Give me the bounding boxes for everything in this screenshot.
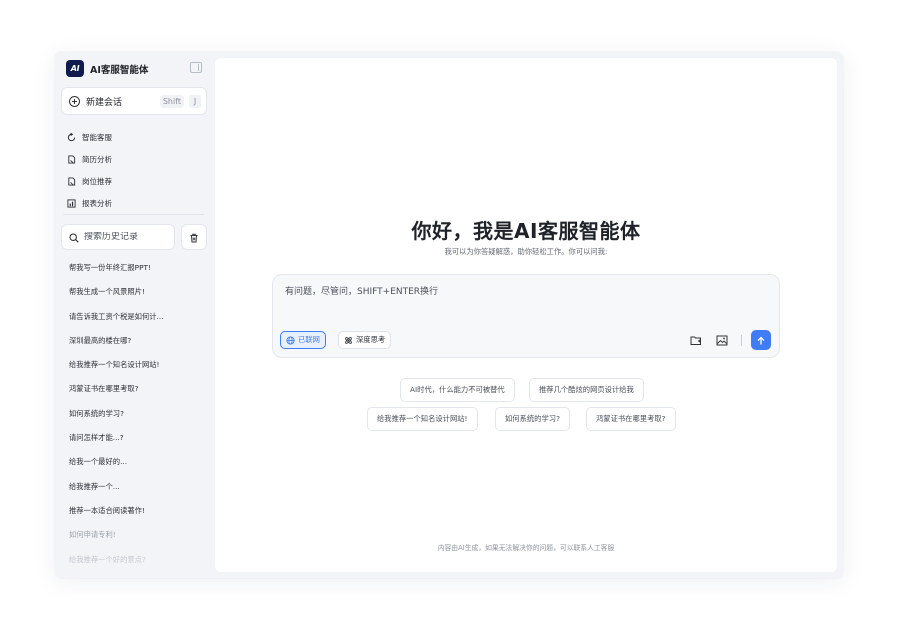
history-search[interactable] — [61, 224, 175, 250]
history-list: 帮我写一份年终汇报PPT! 帮我生成一个风景照片! 请告诉我工资个税是如何计..… — [69, 256, 209, 572]
deep-think-label: 深度思考 — [356, 335, 386, 344]
web-search-toggle[interactable]: 已联网 — [280, 331, 326, 349]
brand: AI AI客服智能体 — [66, 60, 148, 77]
web-search-label: 已联网 — [298, 335, 320, 344]
history-item[interactable]: 给我推荐一个... — [69, 475, 209, 499]
clear-history-button[interactable] — [181, 224, 207, 250]
image-icon — [716, 331, 728, 350]
atom-icon — [344, 336, 353, 345]
deep-think-toggle[interactable]: 深度思考 — [338, 331, 392, 349]
toolbar-separator — [741, 335, 742, 346]
sidebar: AI AI客服智能体 新建会话 Shift J 智能客服 简历分析 岗位推荐 报… — [55, 52, 215, 578]
app-window: AI AI客服智能体 新建会话 Shift J 智能客服 简历分析 岗位推荐 报… — [55, 52, 843, 578]
history-item[interactable]: 请告诉我工资个税是如何计... — [69, 305, 209, 329]
search-icon — [69, 228, 79, 247]
nav-item-label: 报表分析 — [82, 198, 112, 208]
plus-circle-icon — [69, 95, 80, 107]
nav-item-label: 简历分析 — [82, 154, 112, 164]
main-panel: 你好，我是AI客服智能体 我可以为你答疑解惑，助你轻松工作。你可以问我: 已联网… — [215, 58, 837, 572]
document-icon — [67, 176, 76, 186]
nav-item-customer-service[interactable]: 智能客服 — [67, 126, 112, 148]
ai-disclaimer: 内容由AI生成，如果无法解决你的问题，可以联系人工客服 — [437, 544, 615, 552]
refresh-icon — [67, 132, 76, 142]
new-chat-button[interactable]: 新建会话 Shift J — [61, 87, 207, 115]
nav-item-report-analysis[interactable]: 报表分析 — [67, 192, 112, 214]
suggestion-chip[interactable]: 给我推荐一个知名设计网站! — [367, 407, 478, 431]
arrow-up-icon — [756, 331, 766, 350]
sidebar-collapse-icon[interactable] — [190, 62, 202, 73]
trash-icon — [189, 228, 199, 247]
upload-file-button[interactable] — [690, 334, 702, 346]
history-item[interactable]: 给我推荐一个好的景点? — [69, 548, 209, 572]
nav-item-resume-analysis[interactable]: 简历分析 — [67, 148, 112, 170]
chart-icon — [67, 198, 76, 208]
shortcut-key-shift: Shift — [159, 95, 184, 108]
app-name: AI客服智能体 — [90, 64, 149, 76]
history-item[interactable]: 深圳最高的楼在哪? — [69, 329, 209, 353]
nav-item-job-recommend[interactable]: 岗位推荐 — [67, 170, 112, 192]
send-button[interactable] — [751, 330, 771, 350]
suggestion-chip[interactable]: 如何系统的学习? — [495, 407, 570, 431]
globe-icon — [286, 335, 295, 345]
history-item[interactable]: 推荐一本适合阅读著作! — [69, 499, 209, 523]
sidebar-divider — [63, 214, 204, 215]
history-item[interactable]: 帮我生成一个风景照片! — [69, 280, 209, 304]
history-item[interactable]: 给我一个最好的... — [69, 450, 209, 474]
chat-composer: 已联网 深度思考 — [272, 274, 780, 358]
new-chat-label: 新建会话 — [86, 97, 123, 108]
sidebar-nav: 智能客服 简历分析 岗位推荐 报表分析 — [67, 126, 112, 214]
nav-item-label: 智能客服 — [82, 132, 112, 142]
history-item[interactable]: 如何系统的学习? — [69, 402, 209, 426]
history-item[interactable]: 鸿蒙证书在哪里考取? — [69, 377, 209, 401]
page-subtitle: 我可以为你答疑解惑，助你轻松工作。你可以问我: — [444, 247, 608, 256]
history-item[interactable]: 如何申请专利! — [69, 523, 209, 547]
nav-item-label: 岗位推荐 — [82, 176, 112, 186]
history-item[interactable]: 帮我写一份年终汇报PPT! — [69, 256, 209, 280]
shortcut-key-j: J — [189, 95, 201, 108]
upload-image-button[interactable] — [716, 334, 728, 346]
folder-icon — [690, 331, 702, 350]
suggestion-chip[interactable]: 推荐几个酷炫的网页设计给我 — [529, 378, 644, 402]
history-item[interactable]: 请问怎样才能...? — [69, 426, 209, 450]
suggestion-chip[interactable]: 鸿蒙证书在哪里考取? — [586, 407, 676, 431]
page-title: 你好，我是AI客服智能体 — [411, 219, 641, 243]
suggestion-chip[interactable]: AI时代，什么能力不可被替代 — [400, 378, 515, 402]
document-icon — [67, 154, 76, 164]
history-search-input[interactable] — [84, 232, 174, 242]
message-input[interactable] — [285, 283, 765, 301]
history-item[interactable]: 给我推荐一个知名设计网站! — [69, 353, 209, 377]
app-logo: AI — [66, 60, 84, 77]
